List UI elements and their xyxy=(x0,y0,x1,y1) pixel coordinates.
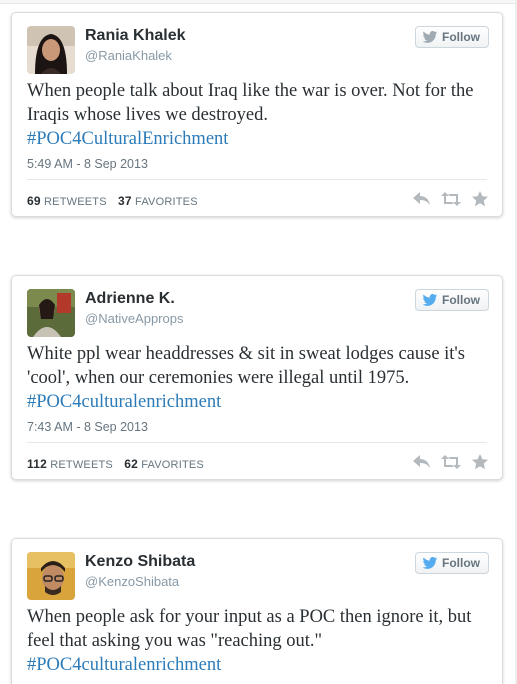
reply-icon[interactable] xyxy=(412,453,432,471)
hashtag-link[interactable]: #POC4culturalenrichment xyxy=(27,390,497,414)
twitter-bird-icon xyxy=(422,31,438,43)
retweet-count[interactable]: 69 xyxy=(27,194,41,208)
favorites-label[interactable]: FAVORITES xyxy=(141,459,204,471)
tweet-text: White ppl wear headdresses & sit in swea… xyxy=(27,342,497,414)
tweet-actions xyxy=(412,190,490,208)
twitter-bird-icon xyxy=(422,557,438,569)
page-top-edge xyxy=(0,0,517,4)
tweet-actions xyxy=(412,453,490,471)
retweets-label[interactable]: RETWEETS xyxy=(50,459,113,471)
tweet-stats: 112 RETWEETS 62 FAVORITES xyxy=(27,457,204,471)
tweet-text: When people ask for your input as a POC … xyxy=(27,605,497,677)
author-name[interactable]: Adrienne K. xyxy=(85,290,175,308)
tweet-timestamp[interactable]: 7:43 AM - 8 Sep 2013 xyxy=(27,420,148,434)
follow-label: Follow xyxy=(442,556,480,570)
favorite-icon[interactable] xyxy=(470,453,490,471)
retweets-label[interactable]: RETWEETS xyxy=(44,196,107,208)
tweet-text: When people talk about Iraq like the war… xyxy=(27,79,497,151)
follow-button[interactable]: Follow xyxy=(415,26,489,48)
retweet-icon[interactable] xyxy=(441,453,461,471)
tweet-body: When people talk about Iraq like the war… xyxy=(27,81,474,125)
author-handle[interactable]: @RaniaKhalek xyxy=(85,48,172,63)
tweet-body: When people ask for your input as a POC … xyxy=(27,607,472,651)
avatar[interactable] xyxy=(27,26,75,74)
avatar[interactable] xyxy=(27,552,75,600)
tweet-card: Rania Khalek @RaniaKhalek Follow When pe… xyxy=(11,12,503,217)
tweet-stats: 69 RETWEETS 37 FAVORITES xyxy=(27,194,198,208)
favorite-count[interactable]: 37 xyxy=(118,194,132,208)
tweet-timestamp[interactable]: 5:49 AM - 8 Sep 2013 xyxy=(27,157,148,171)
retweet-icon[interactable] xyxy=(441,190,461,208)
follow-label: Follow xyxy=(442,293,480,307)
hashtag-link[interactable]: #POC4culturalenrichment xyxy=(27,653,497,677)
divider xyxy=(27,442,487,443)
divider xyxy=(27,179,487,180)
tweet-body: White ppl wear headdresses & sit in swea… xyxy=(27,344,465,388)
tweet-card: Adrienne K. @NativeApprops Follow White … xyxy=(11,275,503,480)
author-name[interactable]: Rania Khalek xyxy=(85,27,185,45)
tweet-card: Kenzo Shibata @KenzoShibata Follow When … xyxy=(11,538,503,684)
follow-button[interactable]: Follow xyxy=(415,552,489,574)
follow-button[interactable]: Follow xyxy=(415,289,489,311)
avatar[interactable] xyxy=(27,289,75,337)
author-handle[interactable]: @NativeApprops xyxy=(85,311,183,326)
retweet-count[interactable]: 112 xyxy=(27,457,47,471)
favorite-count[interactable]: 62 xyxy=(124,457,138,471)
hashtag-link[interactable]: #POC4CulturalEnrichment xyxy=(27,127,497,151)
author-name[interactable]: Kenzo Shibata xyxy=(85,553,195,571)
twitter-bird-icon xyxy=(422,294,438,306)
author-handle[interactable]: @KenzoShibata xyxy=(85,574,179,589)
reply-icon[interactable] xyxy=(412,190,432,208)
follow-label: Follow xyxy=(442,30,480,44)
favorite-icon[interactable] xyxy=(470,190,490,208)
favorites-label[interactable]: FAVORITES xyxy=(135,196,198,208)
